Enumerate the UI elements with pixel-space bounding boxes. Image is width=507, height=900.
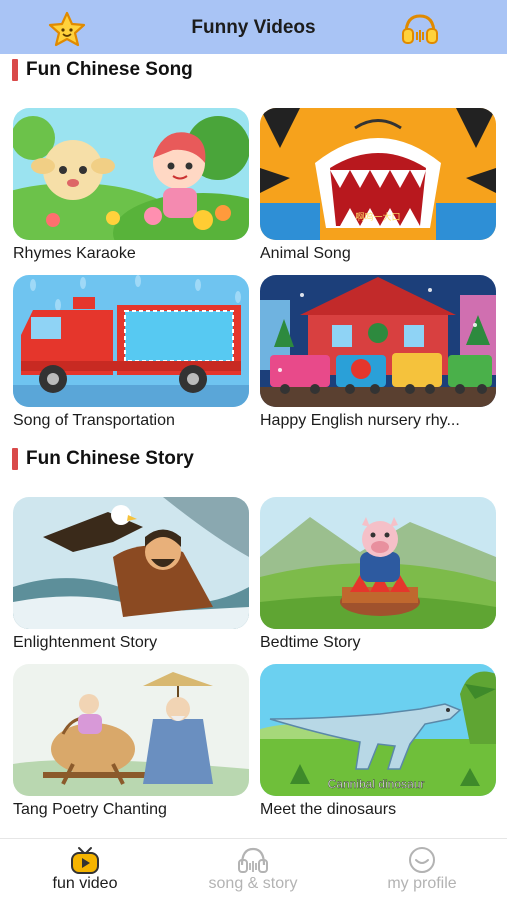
video-title: Animal Song [260,245,351,262]
video-thumbnail[interactable] [260,275,496,407]
video-title: Tang Poetry Chanting [13,801,167,818]
video-card-meet-the-dinosaurs[interactable]: Cannibal dinosaur Meet the dinosaurs [260,664,496,829]
section-accent-bar [12,448,18,470]
video-title: Meet the dinosaurs [260,801,397,818]
section-title-fun-chinese-song: Fun Chinese Song [12,58,193,82]
video-card-enlightenment-story[interactable]: Enlightenment Story [13,497,249,662]
nav-label: song & story [208,875,298,892]
video-thumbnail[interactable] [13,497,249,629]
video-title: Song of Transportation [13,412,175,429]
video-title: Bedtime Story [260,634,361,651]
video-card-happy-english-nursery-rhymes[interactable]: Happy English nursery rhy... [260,275,496,440]
headphones-icon [237,845,269,875]
section-accent-bar [12,59,18,81]
headphones-icon[interactable] [400,12,440,46]
video-thumbnail[interactable]: 啊呜一大口 [260,108,496,240]
nav-fun-video[interactable]: fun video [0,839,170,900]
top-header: Funny Videos [0,0,507,54]
smile-face-icon [406,845,438,875]
nav-song-and-story[interactable]: song & story [168,839,338,900]
nav-label: fun video [52,875,118,892]
video-card-song-of-transportation[interactable]: Song of Transportation [13,275,249,440]
thumbnail-caption: 啊呜一大口 [355,211,400,223]
video-thumbnail[interactable]: Cannibal dinosaur [260,664,496,796]
bottom-nav-bar: fun video song & story my profile [0,838,507,900]
video-thumbnail[interactable] [13,108,249,240]
video-title: Rhymes Karaoke [13,245,136,262]
video-title: Happy English nursery rhy... [260,412,460,429]
video-card-tang-poetry-chanting[interactable]: Tang Poetry Chanting [13,664,249,829]
nav-label: my profile [387,875,457,892]
video-card-animal-song[interactable]: 啊呜一大口 Animal Song [260,108,496,273]
nav-my-profile[interactable]: my profile [337,839,507,900]
video-title: Enlightenment Story [13,634,158,651]
video-thumbnail[interactable] [260,497,496,629]
video-thumbnail[interactable] [13,275,249,407]
thumbnail-caption: Cannibal dinosaur [328,777,425,791]
video-card-rhymes-karaoke[interactable]: Rhymes Karaoke [13,108,249,273]
video-thumbnail[interactable] [13,664,249,796]
tv-icon [69,845,101,875]
section-title-fun-chinese-story: Fun Chinese Story [12,447,194,471]
video-card-bedtime-story[interactable]: Bedtime Story [260,497,496,662]
